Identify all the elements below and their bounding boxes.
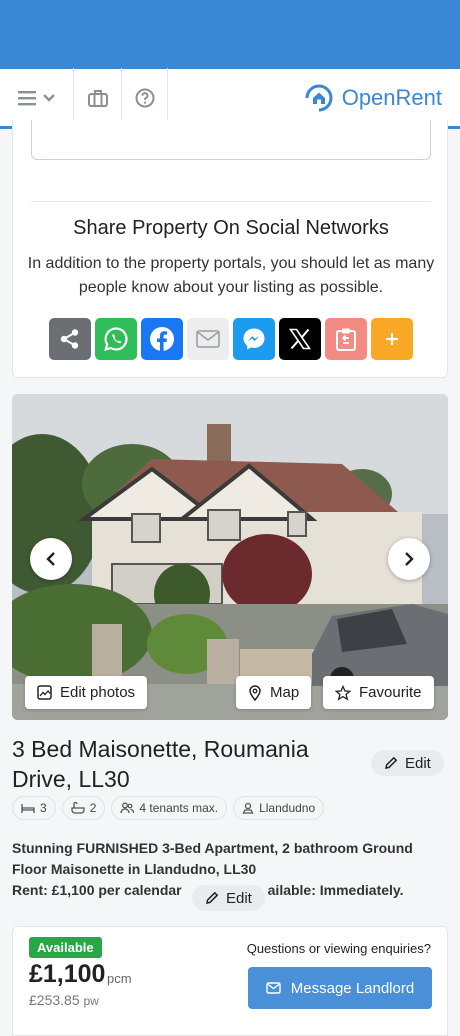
text-field[interactable] — [31, 120, 431, 160]
pricing-card: Available £1,100 pcm £253.85 pw Question… — [12, 926, 448, 1036]
house-logo-icon — [305, 84, 333, 111]
help-icon — [135, 88, 154, 107]
favourite-label: Favourite — [359, 684, 422, 701]
share-title: Share Property On Social Networks — [73, 217, 389, 239]
monthly-price: £1,100 — [29, 960, 106, 988]
brand-name: OpenRent — [341, 84, 442, 110]
edit-description-button[interactable]: Edit — [192, 885, 265, 911]
people-icon — [120, 802, 135, 814]
favourite-button[interactable]: Favourite — [323, 676, 434, 709]
email-icon — [196, 330, 220, 348]
map-label: Map — [270, 684, 300, 701]
share-button[interactable] — [49, 318, 91, 360]
messenger-icon — [243, 328, 265, 350]
next-photo-button[interactable] — [388, 538, 430, 580]
availability-badge: Available — [29, 937, 102, 958]
briefcase-button[interactable] — [74, 67, 122, 128]
message-label: Message Landlord — [290, 979, 415, 997]
description-line-1: Stunning FURNISHED 3-Bed Apartment, 2 ba… — [12, 840, 413, 877]
pencil-icon — [385, 756, 398, 769]
image-edit-icon — [37, 685, 52, 700]
map-pin-icon — [249, 684, 261, 701]
chevron-down-icon — [42, 93, 55, 102]
edit-label: Edit — [405, 754, 431, 772]
location-badge: Llandudno — [233, 796, 325, 820]
bedrooms-badge: 3 — [12, 796, 56, 820]
house-photo-image — [12, 394, 448, 720]
edit-title-button[interactable]: Edit — [371, 750, 444, 776]
star-icon — [335, 684, 351, 701]
property-photo[interactable] — [12, 394, 448, 720]
message-landlord-button[interactable]: Message Landlord — [248, 967, 432, 1009]
divider — [31, 201, 431, 202]
listing-title: 3 Bed Maisonette, Roumania Drive, LL30 — [12, 736, 309, 792]
edit-label: Edit — [226, 889, 252, 907]
share-icon — [60, 329, 79, 349]
envelope-icon — [266, 982, 281, 994]
x-button[interactable] — [279, 318, 321, 360]
more-share-button[interactable] — [371, 318, 413, 360]
bath-icon — [71, 802, 85, 814]
bathrooms-badge: 2 — [61, 796, 106, 820]
edit-photos-label: Edit photos — [60, 684, 136, 701]
email-button[interactable] — [187, 318, 229, 360]
share-subtitle: In addition to the property portals, you… — [27, 255, 435, 296]
feature-badges: 3 2 4 tenants max. Llandudno — [12, 796, 325, 820]
messenger-button[interactable] — [233, 318, 275, 360]
edit-photos-button[interactable]: Edit photos — [25, 676, 148, 709]
facebook-icon — [150, 327, 174, 351]
tenants-badge: 4 tenants max. — [111, 796, 228, 820]
chevron-left-icon — [46, 552, 55, 566]
openrent-logo[interactable]: OpenRent — [302, 81, 442, 115]
facebook-button[interactable] — [141, 318, 183, 360]
social-buttons — [49, 318, 413, 360]
bed-icon — [21, 803, 35, 813]
hamburger-icon — [17, 90, 36, 105]
help-button[interactable] — [122, 67, 168, 128]
user-pin-icon — [242, 802, 254, 814]
whatsapp-button[interactable] — [95, 318, 137, 360]
share-card: Share Property On Social Networks In add… — [12, 120, 448, 378]
enquiries-text: Questions or viewing enquiries? — [246, 941, 431, 956]
chevron-right-icon — [405, 552, 414, 566]
pencil-icon — [206, 891, 219, 904]
previous-photo-button[interactable] — [30, 538, 72, 580]
x-icon — [288, 328, 312, 350]
status-bar — [0, 0, 460, 69]
briefcase-icon — [87, 89, 108, 107]
clipboard-icon — [336, 328, 356, 351]
weekly-price: £253.85 pw — [29, 992, 99, 1008]
menu-button[interactable] — [0, 67, 74, 128]
whatsapp-icon — [104, 327, 128, 351]
map-button[interactable]: Map — [236, 676, 312, 709]
price-period: pcm — [107, 971, 132, 986]
copy-link-button[interactable] — [325, 318, 367, 360]
plus-icon — [386, 333, 398, 345]
